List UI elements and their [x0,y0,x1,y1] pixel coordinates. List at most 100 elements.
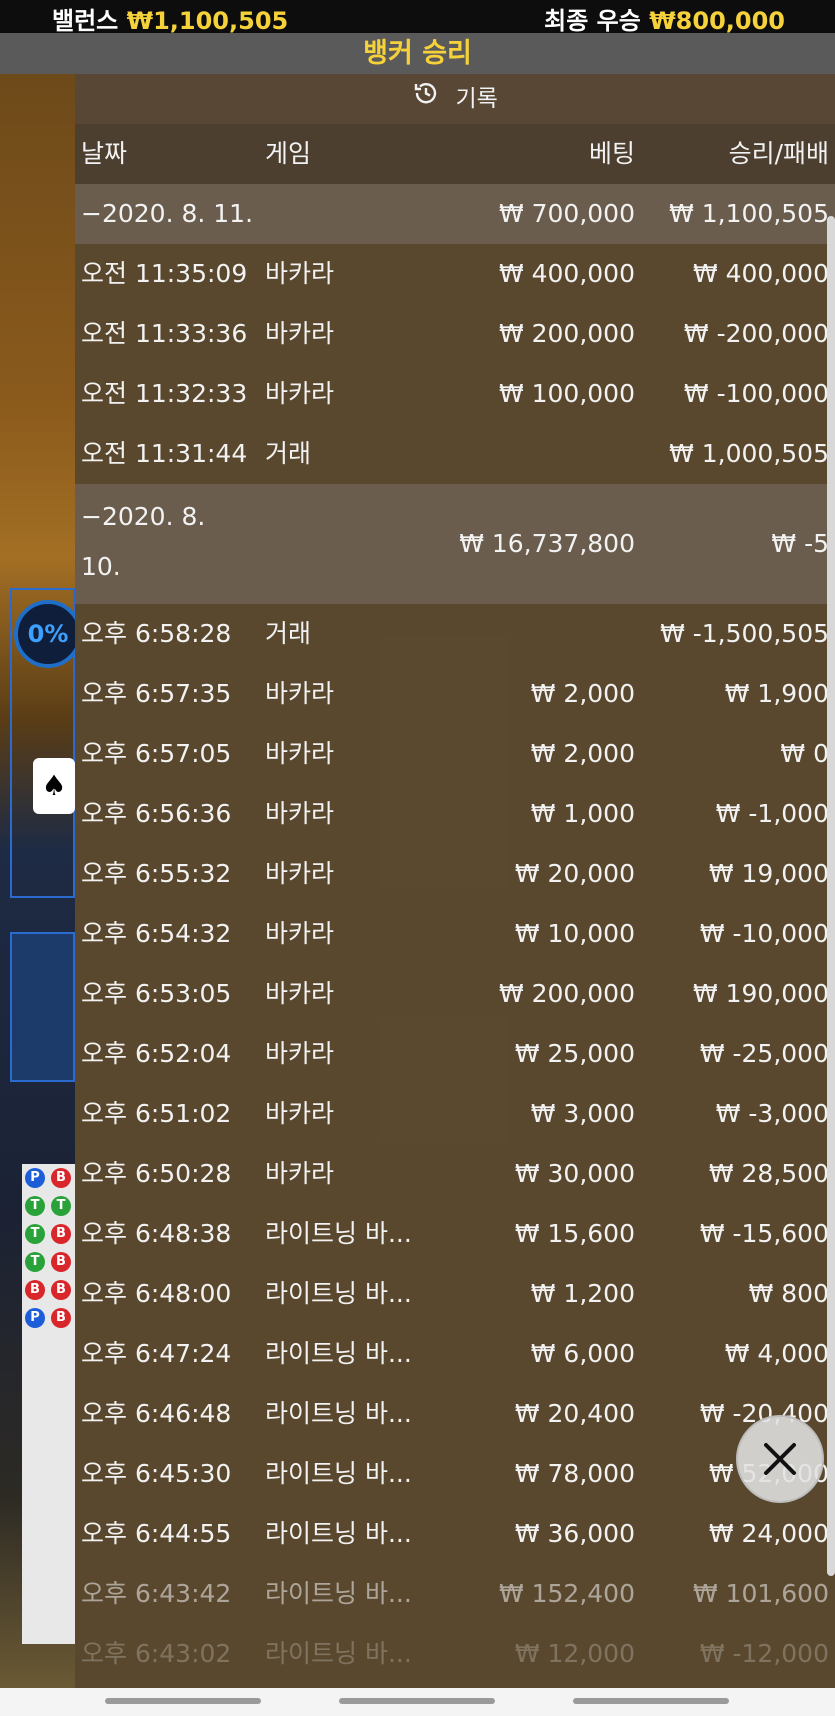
table-row[interactable]: 오후 6:45:30라이트닝 바...₩ 78,000₩ 52,000 [75,1444,835,1504]
row-game: 바카라 [265,379,335,408]
table-row[interactable]: 오후 6:58:28 거래 ₩ -1,500,505 [75,604,835,664]
row-game: 라이트닝 바... [265,1219,412,1248]
bottom-navigation-bar [0,1688,835,1716]
table-row[interactable]: 오후 6:48:00 라이트닝 바... ₩ 1,200 ₩ 800 [75,1264,835,1324]
nav-handle-center[interactable] [339,1698,495,1704]
nav-handle-left[interactable] [105,1698,261,1704]
row-time: 오후 6:51:02 [81,1099,232,1128]
col-date: 날짜 [81,139,128,168]
row-game: 바카라 [265,319,335,348]
row-bet: ₩ 6,000 [530,1339,635,1368]
row-game: 라이트닝 바... [265,1339,412,1368]
col-game: 게임 [265,139,312,168]
row-time: 오후 6:57:35 [81,679,232,708]
table-row[interactable]: 오후 6:46:48 라이트닝 바... ₩ 20,400 ₩ -20,400 [75,1384,835,1444]
row-bet: ₩ 15,600 [514,1219,635,1248]
row-time: 오후 6:55:32 [81,859,232,888]
row-time: 오후 6:52:04 [81,1039,232,1068]
row-game: 라이트닝 바... [265,1399,412,1428]
row-bet: ₩ 1,200 [530,1279,635,1308]
row-time: 오후 6:48:00 [81,1279,232,1308]
table-row[interactable]: 오후 6:57:05 바카라 ₩ 2,000 ₩ 0 [75,724,835,784]
row-winloss: ₩ -15,600 [699,1219,829,1248]
table-row[interactable]: 오후 6:47:24 라이트닝 바... ₩ 6,000 ₩ 4,000 [75,1324,835,1384]
row-game: 바카라 [265,979,335,1008]
history-header: 기록 [75,74,835,124]
row-winloss: ₩ 1,900 [724,679,829,708]
row-winloss: ₩ 0 [780,739,829,768]
table-row[interactable]: 오후 6:50:28 바카라 ₩ 30,000 ₩ 28,500 [75,1144,835,1204]
row-game: 바카라 [265,1099,335,1128]
bead-b-icon: B [51,1252,71,1272]
date-group-row[interactable]: −2020. 8. 10. ₩ 16,737,800 ₩ -5 [75,484,835,604]
row-time: 오후 6:50:28 [81,1159,232,1188]
background-game-table: 0% ♠ PB TT TB TB BB PB [0,74,82,1689]
row-game: 바카라 [265,859,335,888]
row-time: 오전 11:35:09 [81,259,248,288]
row-bet: ₩ 10,000 [514,919,635,948]
row-bet: ₩ 30,000 [514,1159,635,1188]
table-row[interactable]: 오후 6:57:35 바카라 ₩ 2,000 ₩ 1,900 [75,664,835,724]
row-winloss: ₩ -1,000 [715,799,829,828]
group-bet: ₩ 16,737,800 [459,529,635,558]
bead-b-icon: B [51,1280,71,1300]
group-date: −2020. 8. 10. [81,502,206,581]
scrollbar[interactable] [827,216,835,1576]
row-game: 거래 [265,619,312,648]
table-row[interactable]: 오후 6:43:42 라이트닝 바... ₩ 152,400 ₩ 101,600 [75,1564,835,1624]
table-header: 날짜 게임 베팅 승리/패배 [75,124,835,184]
table-row[interactable]: 오후 6:51:02 바카라 ₩ 3,000 ₩ -3,000 [75,1084,835,1144]
table-row[interactable]: 오후 6:44:55 라이트닝 바... ₩ 36,000 ₩ 24,000 [75,1504,835,1564]
row-bet: ₩ 100,000 [498,379,635,408]
row-bet: ₩ 2,000 [530,739,635,768]
table-row[interactable]: 오후 6:56:36 바카라 ₩ 1,000 ₩ -1,000 [75,784,835,844]
table-row[interactable]: 오후 6:55:32 바카라 ₩ 20,000 ₩ 19,000 [75,844,835,904]
balance-label: 밸런스 [52,7,119,35]
bet-panel [10,932,75,1082]
row-game: 바카라 [265,1159,335,1188]
bead-t-icon: T [51,1196,71,1216]
row-winloss: ₩ -100,000 [683,379,829,408]
balance-value: ₩1,100,505 [126,7,289,35]
group2-rows: 오후 6:58:28 거래 ₩ -1,500,505 오후 6:57:35 바카라 ₩ … [75,604,835,1684]
bead-t-icon: T [25,1252,45,1272]
row-bet: ₩ 12,000 [514,1639,635,1668]
table-row[interactable]: 오후 6:43:02 라이트닝 바... ₩ 12,000 ₩ -12,000 [75,1624,835,1684]
row-game: 바카라 [265,739,335,768]
row-winloss: ₩ 800 [748,1279,829,1308]
row-time: 오후 6:53:05 [81,979,232,1008]
table-row[interactable]: 오전 11:31:44 거래 ₩ 1,000,505 [75,424,835,484]
bead-b-icon: B [51,1224,71,1244]
row-game: 바카라 [265,679,335,708]
nav-handle-right[interactable] [573,1698,729,1704]
table-row[interactable]: 오후 6:48:38 라이트닝 바... ₩ 15,600 ₩ -15,600 [75,1204,835,1264]
row-bet: ₩ 20,400 [514,1399,635,1428]
row-winloss: ₩ -10,000 [699,919,829,948]
row-winloss: ₩ 1,000,505 [669,439,829,468]
date-group-row[interactable]: −2020. 8. 11. ₩ 700,000 ₩ 1,100,505 [75,184,835,244]
row-time: 오전 11:31:44 [81,439,248,468]
row-bet: ₩ 25,000 [514,1039,635,1068]
row-bet: ₩ 78,000 [514,1459,635,1488]
row-bet: ₩ 2,000 [530,679,635,708]
table-row[interactable]: 오전 11:33:36 바카라 ₩ 200,000 ₩ -200,000 [75,304,835,364]
row-bet: ₩ 3,000 [530,1099,635,1128]
row-time: 오전 11:32:33 [81,379,248,408]
row-game: 거래 [265,439,312,468]
table-row[interactable]: 오전 11:35:09 바카라 ₩ 400,000 ₩ 400,000 [75,244,835,304]
row-time: 오후 6:44:55 [81,1519,232,1548]
table-row[interactable]: 오후 6:53:05 바카라 ₩ 200,000 ₩ 190,000 [75,964,835,1024]
table-row[interactable]: 오후 6:52:04 바카라 ₩ 25,000 ₩ -25,000 [75,1024,835,1084]
row-time: 오후 6:43:42 [81,1579,232,1608]
row-time: 오후 6:54:32 [81,919,232,948]
spade-card-icon: ♠ [33,758,75,814]
row-game: 바카라 [265,919,335,948]
bead-p-icon: P [25,1168,45,1188]
row-time: 오후 6:56:36 [81,799,232,828]
table-row[interactable]: 오전 11:32:33 바카라 ₩ 100,000 ₩ -100,000 [75,364,835,424]
table-row[interactable]: 오후 6:54:32 바카라 ₩ 10,000 ₩ -10,000 [75,904,835,964]
bead-b-icon: B [25,1280,45,1300]
row-winloss: ₩ 101,600 [692,1579,829,1608]
close-button[interactable] [736,1415,824,1503]
row-winloss: ₩ 4,000 [724,1339,829,1368]
